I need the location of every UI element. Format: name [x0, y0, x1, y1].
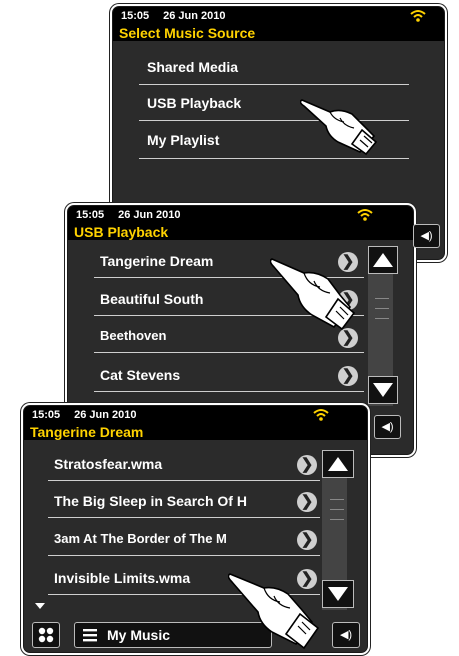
- scroll-down-button[interactable]: [368, 376, 398, 404]
- list-item-beethoven[interactable]: Beethoven: [100, 328, 166, 343]
- status-bar: 15:05 26 Jun 2010: [24, 406, 367, 424]
- status-time: 15:05: [121, 10, 150, 22]
- menu-icon: [83, 629, 97, 642]
- wifi-icon: [357, 209, 373, 221]
- volume-icon: ◀): [381, 421, 394, 433]
- wifi-icon: [313, 409, 329, 421]
- volume-icon: ◀): [420, 230, 433, 242]
- pointing-hand-icon: [228, 573, 320, 650]
- list-item-track[interactable]: Stratosfear.wma: [54, 456, 162, 472]
- scroll-up-button[interactable]: [322, 450, 354, 478]
- volume-icon: ◀): [339, 629, 353, 641]
- status-bar: 15:05 26 Jun 2010: [113, 7, 444, 25]
- chevron-right-icon[interactable]: ❯: [297, 455, 317, 475]
- divider: [48, 555, 320, 556]
- arrow-down-icon: [328, 587, 348, 601]
- list-item-beautiful-south[interactable]: Beautiful South: [100, 291, 203, 307]
- divider: [94, 352, 364, 353]
- status-date: 26 Jun 2010: [74, 409, 137, 421]
- scroll-grip: [375, 308, 389, 309]
- page-title: USB Playback: [68, 224, 413, 240]
- list-item-track[interactable]: Invisible Limits.wma: [54, 570, 190, 586]
- volume-button[interactable]: ◀): [374, 415, 401, 439]
- scroll-up-button[interactable]: [368, 246, 398, 274]
- list-item-my-playlist[interactable]: My Playlist: [147, 132, 219, 148]
- scroll-down-button[interactable]: [322, 580, 354, 608]
- status-time: 15:05: [32, 409, 61, 421]
- more-indicator-icon: [35, 603, 45, 609]
- divider: [139, 84, 409, 85]
- pointing-hand-icon: [270, 258, 356, 331]
- list-item-usb-playback[interactable]: USB Playback: [147, 95, 241, 111]
- list-item-cat-stevens[interactable]: Cat Stevens: [100, 367, 180, 383]
- page-title: Tangerine Dream: [24, 424, 367, 440]
- scroll-grip: [330, 509, 344, 510]
- scroll-grip: [375, 318, 389, 319]
- list-item-shared-media[interactable]: Shared Media: [147, 59, 238, 75]
- page-title: Select Music Source: [113, 25, 444, 41]
- status-time: 15:05: [76, 209, 105, 221]
- arrow-up-icon: [328, 457, 348, 471]
- bottom-menu-label: My Music: [107, 627, 171, 643]
- wifi-icon: [410, 10, 426, 22]
- volume-button[interactable]: ◀): [332, 622, 360, 648]
- divider: [94, 391, 364, 392]
- divider: [139, 158, 409, 159]
- divider: [48, 517, 320, 518]
- grid-icon: [38, 627, 54, 643]
- status-date: 26 Jun 2010: [163, 10, 226, 22]
- list-item-track[interactable]: 3am At The Border of The M: [54, 531, 227, 546]
- status-date: 26 Jun 2010: [118, 209, 181, 221]
- chevron-right-icon[interactable]: ❯: [338, 366, 358, 386]
- chevron-right-icon[interactable]: ❯: [297, 530, 317, 550]
- scroll-grip: [330, 499, 344, 500]
- scroll-grip: [330, 519, 344, 520]
- chevron-right-icon[interactable]: ❯: [297, 492, 317, 512]
- divider: [48, 480, 320, 481]
- scroll-grip: [375, 298, 389, 299]
- list-item-track[interactable]: The Big Sleep in Search Of H: [54, 493, 247, 509]
- list-item-tangerine-dream[interactable]: Tangerine Dream: [100, 253, 213, 269]
- arrow-down-icon: [373, 383, 393, 397]
- pointing-hand-icon: [300, 99, 378, 156]
- volume-button[interactable]: ◀): [413, 224, 440, 248]
- status-bar: 15:05 26 Jun 2010: [68, 206, 413, 224]
- arrow-up-icon: [373, 253, 393, 267]
- grid-button[interactable]: [32, 622, 60, 648]
